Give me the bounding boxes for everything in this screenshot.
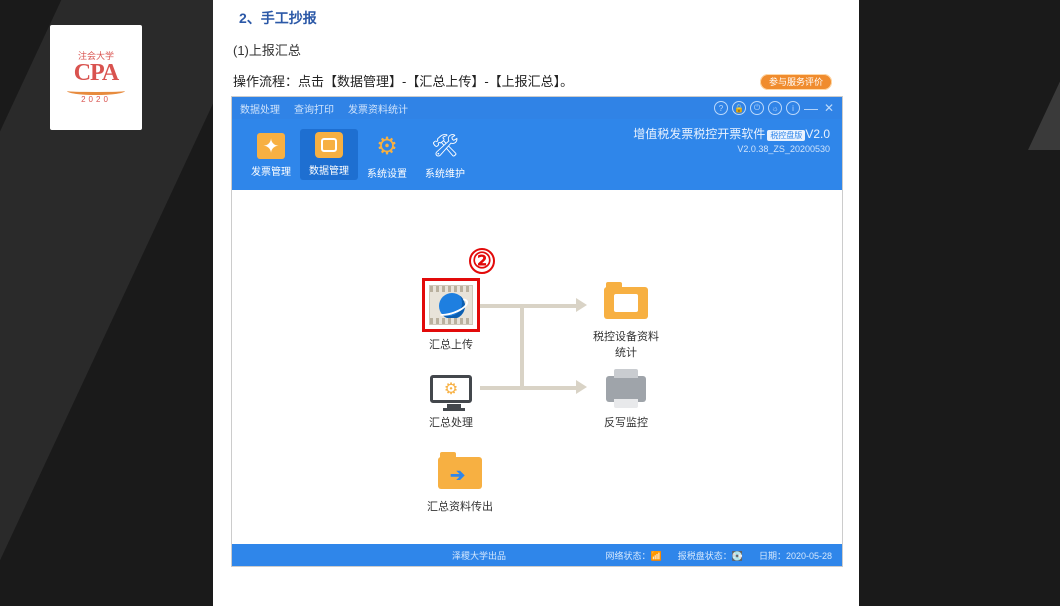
app-version-suffix: V2.0 <box>805 127 830 141</box>
app-window: 数据处理 查询打印 发票资料统计 ? 🔒 ⏻ ☼ i — ✕ 参与服务评价 ✦ … <box>231 96 843 567</box>
logo-year: 2020 <box>67 96 125 104</box>
close-icon[interactable]: ✕ <box>822 101 836 115</box>
logo-main: CPA <box>67 61 125 85</box>
ribbon-data-mgmt[interactable]: 数据管理 <box>300 129 358 180</box>
flow-rewrite-label: 反写监控 <box>590 414 662 430</box>
app-title-block: 增值税发票税控开票软件税控盘版V2.0 V2.0.38_ZS_20200530 <box>633 125 830 154</box>
status-disk: 报税盘状态：💽 <box>678 549 743 562</box>
flow-export-summary[interactable]: ➔ 汇总资料传出 <box>415 452 505 514</box>
ribbon-toolbar: ✦ 发票管理 数据管理 ⚙ 系统设置 🛠 系统维护 增值税发票税控开票软件税控盘… <box>232 119 842 190</box>
menu-bar: 数据处理 查询打印 发票资料统计 ? 🔒 ⏻ ☼ i — ✕ 参与服务评价 <box>232 97 842 119</box>
settings-mini-icon[interactable]: ☼ <box>768 101 782 115</box>
filmstrip-icon <box>429 285 473 325</box>
box-icon: ✦ <box>257 133 285 159</box>
document-page: 2、手工抄报 (1)上报汇总 操作流程：点击【数据管理】-【汇总上传】-【上报汇… <box>213 0 859 606</box>
folder-icon <box>604 287 648 319</box>
app-title: 增值税发票税控开票软件 <box>633 127 765 141</box>
info-icon[interactable]: i <box>786 101 800 115</box>
service-rating-button[interactable]: 参与服务评价 <box>760 75 832 88</box>
flow-canvas: ② 汇总上传 税控设备资料 统计 ⚙ 汇总处理 反写监控 <box>232 190 842 544</box>
flow-summary-process[interactable]: ⚙ 汇总处理 <box>415 368 487 430</box>
section-title: 2、手工抄报 <box>239 8 841 28</box>
connector-line <box>480 304 520 308</box>
ribbon-system-maint[interactable]: 🛠 系统维护 <box>416 129 474 180</box>
globe-icon <box>439 293 465 319</box>
flow-upload-summary[interactable]: 汇总上传 <box>415 278 487 352</box>
connector-line <box>520 304 576 308</box>
wifi-icon: 📶 <box>650 551 661 562</box>
user-icon[interactable]: ⏻ <box>750 101 764 115</box>
help-icon[interactable]: ? <box>714 101 728 115</box>
flow-device-stats-label: 税控设备资料 统计 <box>590 328 662 360</box>
tools-icon: 🛠 <box>430 131 460 161</box>
lock-icon[interactable]: 🔒 <box>732 101 746 115</box>
window-control-group: ? 🔒 ⏻ ☼ i — ✕ <box>714 97 836 119</box>
minimize-icon[interactable]: — <box>804 101 818 115</box>
annotation-step-2: ② <box>469 248 495 274</box>
cpa-logo: 注会大学 CPA 2020 <box>50 25 142 130</box>
printer-icon <box>606 376 646 402</box>
folder-export-icon: ➔ <box>438 457 482 489</box>
gear-icon: ⚙ <box>372 131 402 161</box>
status-brand: 泽稷大学出品 <box>452 549 506 562</box>
menu-data-process[interactable]: 数据处理 <box>240 101 280 116</box>
monitor-icon: ⚙ <box>430 375 472 403</box>
ribbon-invoice-mgmt[interactable]: ✦ 发票管理 <box>242 131 300 178</box>
flow-export-label: 汇总资料传出 <box>415 498 505 514</box>
disk-icon: 💽 <box>732 551 743 561</box>
arrow-head-icon <box>576 380 587 394</box>
ribbon-system-settings[interactable]: ⚙ 系统设置 <box>358 129 416 180</box>
flow-device-stats[interactable]: 税控设备资料 统计 <box>590 282 662 360</box>
book-icon <box>67 87 125 95</box>
subsection-title: (1)上报汇总 <box>233 40 841 59</box>
connector-line <box>520 386 576 390</box>
process-instruction: 操作流程：点击【数据管理】-【汇总上传】-【上报汇总】。 <box>233 71 841 90</box>
status-bar: 泽稷大学出品 网络状态：📶 报税盘状态：💽 日期：2020-05-28 <box>232 544 842 566</box>
arrow-head-icon <box>576 298 587 312</box>
edition-pill: 税控盘版 <box>767 130 805 141</box>
flow-upload-label: 汇总上传 <box>415 336 487 352</box>
menu-query-print[interactable]: 查询打印 <box>294 101 334 116</box>
connector-line <box>520 304 524 390</box>
flow-process-label: 汇总处理 <box>415 414 487 430</box>
app-build-version: V2.0.38_ZS_20200530 <box>633 144 830 154</box>
status-network: 网络状态：📶 <box>605 549 661 562</box>
connector-line <box>480 386 520 390</box>
status-date: 日期：2020-05-28 <box>759 549 832 562</box>
flow-rewrite-monitor[interactable]: 反写监控 <box>590 368 662 430</box>
menu-invoice-stats[interactable]: 发票资料统计 <box>348 101 408 116</box>
shield-icon <box>315 132 343 158</box>
